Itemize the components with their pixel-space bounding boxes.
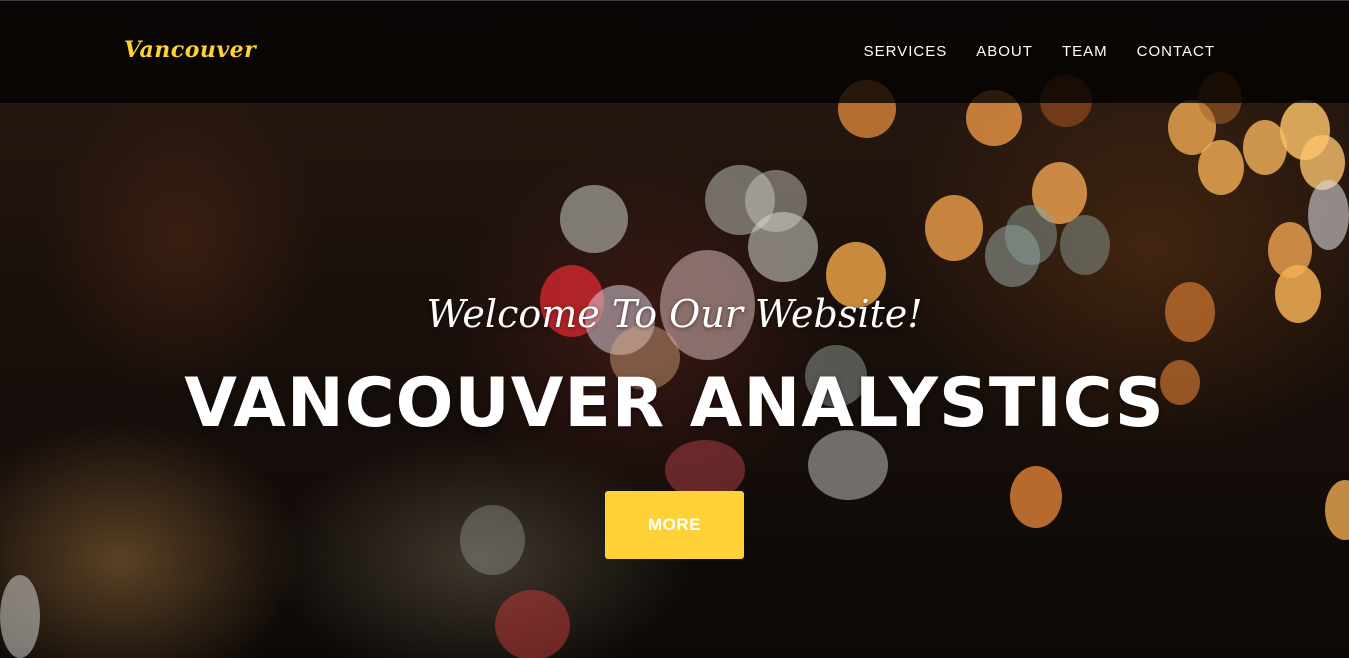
nav-link-services[interactable]: SERVICES <box>864 43 948 60</box>
nav-link-team[interactable]: TEAM <box>1062 43 1108 60</box>
nav-link-contact[interactable]: CONTACT <box>1137 43 1215 60</box>
bokeh-light <box>460 505 525 575</box>
bokeh-light <box>748 212 818 282</box>
bokeh-light <box>495 590 570 658</box>
nav-links: SERVICES ABOUT TEAM CONTACT <box>864 43 1215 60</box>
navbar: Vancouver SERVICES ABOUT TEAM CONTACT <box>0 0 1349 103</box>
bokeh-light <box>1325 480 1349 540</box>
bokeh-light <box>1308 180 1349 250</box>
bokeh-light <box>1010 466 1062 528</box>
bokeh-light <box>925 195 983 261</box>
nav-link-about[interactable]: ABOUT <box>976 43 1033 60</box>
bokeh-light <box>1060 215 1110 275</box>
hero-lead-text: Welcome To Our Website! <box>426 292 923 336</box>
brand-logo[interactable]: Vancouver <box>124 37 256 63</box>
hero-heading: VANCOUVER ANALYSTICS <box>184 364 1165 443</box>
bokeh-light <box>1005 205 1057 265</box>
bokeh-light <box>1198 140 1244 195</box>
bokeh-light <box>0 575 40 658</box>
bokeh-light <box>560 185 628 253</box>
more-button[interactable]: MORE <box>605 491 744 559</box>
